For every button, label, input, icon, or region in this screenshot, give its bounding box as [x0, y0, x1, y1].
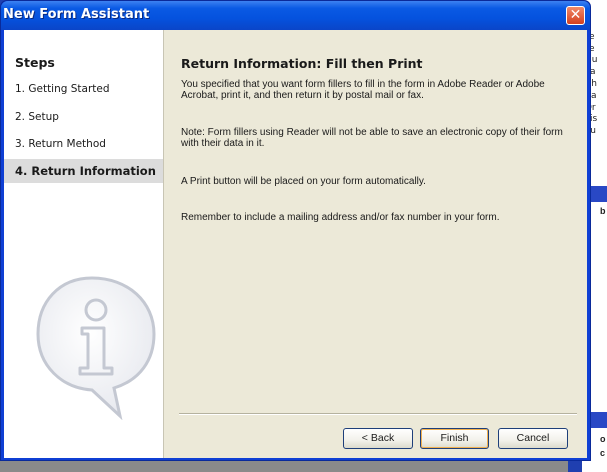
step-setup[interactable]: 2. Setup	[15, 111, 59, 123]
paragraph-note: Note: Form fillers using Reader will not…	[181, 127, 563, 149]
step-getting-started[interactable]: 1. Getting Started	[15, 83, 110, 95]
divider	[179, 413, 577, 415]
steps-heading: Steps	[15, 55, 55, 70]
step-return-information[interactable]: 4. Return Information	[15, 164, 156, 178]
paragraph-print-button: A Print button will be placed on your fo…	[181, 176, 426, 187]
paragraph-intro: You specified that you want form fillers…	[181, 79, 545, 101]
taskbar-band	[0, 461, 568, 472]
window-title: New Form Assistant	[3, 7, 150, 22]
dialog-client-area: Steps 1. Getting Started 2. Setup 3. Ret…	[4, 30, 587, 458]
bg-label-line: o	[600, 434, 606, 444]
info-icon	[34, 270, 164, 425]
bg-label-line: c	[600, 448, 606, 458]
back-button[interactable]: < Back	[343, 428, 413, 449]
background-label: b	[600, 206, 606, 216]
page-title: Return Information: Fill then Print	[181, 56, 423, 71]
title-bar[interactable]: New Form Assistant ✕	[1, 1, 590, 30]
step-return-method[interactable]: 3. Return Method	[15, 138, 106, 150]
close-icon: ✕	[569, 7, 582, 23]
steps-panel: Steps 1. Getting Started 2. Setup 3. Ret…	[4, 30, 164, 458]
paragraph-reminder: Remember to include a mailing address an…	[181, 212, 500, 223]
background-label: o c	[600, 432, 606, 460]
close-button[interactable]: ✕	[566, 6, 585, 25]
finish-button[interactable]: Finish	[420, 428, 489, 449]
cancel-button[interactable]: Cancel	[498, 428, 568, 449]
new-form-assistant-dialog: New Form Assistant ✕ Steps 1. Getting St…	[0, 0, 591, 461]
